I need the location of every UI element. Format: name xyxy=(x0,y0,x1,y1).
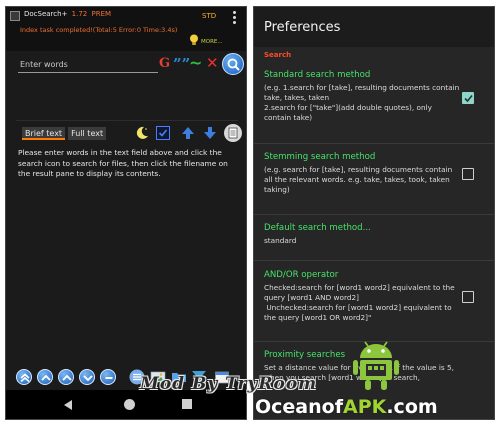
system-navigation-bar xyxy=(6,390,246,419)
pref-stemming-search[interactable]: Stemming search method (e.g. search for … xyxy=(264,151,460,195)
result-mode-tabs: Brief text Full text xyxy=(22,127,107,140)
page-up-button[interactable] xyxy=(37,369,53,385)
app-icon xyxy=(10,11,20,21)
chevron-up-icon xyxy=(62,374,72,381)
more-button[interactable]: MORE... xyxy=(201,39,223,45)
minus-icon xyxy=(105,377,113,379)
pref-title: Stemming search method xyxy=(264,152,376,162)
chevron-up-icon xyxy=(41,374,51,381)
search-input[interactable] xyxy=(18,57,158,73)
app-header: DocSearch+ 1.72 PREM STD Index task comp… xyxy=(6,7,246,51)
and-or-checkbox[interactable] xyxy=(462,291,474,303)
line-up-button[interactable] xyxy=(58,369,74,385)
clear-button[interactable]: ✕ xyxy=(206,54,219,72)
pref-title: Standard search method xyxy=(264,70,371,80)
android-robot-icon xyxy=(353,341,399,390)
pref-standard-search[interactable]: Standard search method (e.g. 1.search fo… xyxy=(264,69,460,123)
site-name-part: Ocean xyxy=(255,396,322,418)
arrow-down-icon[interactable] xyxy=(203,126,217,140)
home-icon[interactable] xyxy=(124,399,135,410)
double-chevron-up-icon xyxy=(20,373,30,383)
standard-search-checkbox[interactable] xyxy=(462,92,474,104)
site-name-part: .com xyxy=(386,396,438,418)
chevron-down-icon xyxy=(83,375,93,382)
search-button[interactable] xyxy=(222,53,244,75)
divider xyxy=(16,120,238,121)
pref-summary: (e.g. search for [take], resulting docum… xyxy=(264,165,453,194)
page-title: Preferences xyxy=(264,20,341,35)
line-down-button[interactable] xyxy=(79,369,95,385)
app-name: DocSearch+ xyxy=(24,10,68,18)
site-name-part: APK xyxy=(342,396,387,418)
checkmark-icon xyxy=(464,94,473,103)
pref-title: AND/OR operator xyxy=(264,270,339,280)
tab-brief-text[interactable]: Brief text xyxy=(22,127,66,140)
overflow-menu-icon[interactable] xyxy=(231,11,237,25)
docsearch-main-screen: DocSearch+ 1.72 PREM STD Index task comp… xyxy=(5,6,247,420)
app-title: DocSearch+ 1.72 PREM xyxy=(24,10,111,18)
app-edition: PREM xyxy=(91,10,112,18)
app-version: 1.72 xyxy=(71,10,88,18)
pref-summary: (e.g. 1.search for [take], resulting doc… xyxy=(264,83,460,122)
help-text: Please enter words in the text field abo… xyxy=(18,148,228,178)
pref-and-or-operator[interactable]: AND/OR operator Checked:search for [word… xyxy=(264,269,460,323)
pref-title: Default search method... xyxy=(264,223,371,233)
site-watermark: OceanofAPK.com xyxy=(255,396,438,418)
mod-watermark: Mod By TryRoom xyxy=(140,374,318,394)
recent-apps-icon[interactable] xyxy=(182,399,192,409)
pref-summary: Checked:search for [word1 word2] equival… xyxy=(264,283,455,322)
lightbulb-icon[interactable] xyxy=(189,34,199,46)
back-icon[interactable] xyxy=(64,400,72,410)
section-header-search: Search xyxy=(264,51,292,59)
divider xyxy=(254,260,494,261)
pref-default-search-method[interactable]: Default search method... standard xyxy=(264,222,460,246)
stop-button[interactable] xyxy=(100,369,116,385)
divider xyxy=(254,214,494,215)
mode-label[interactable]: STD xyxy=(202,12,216,20)
google-search-button[interactable]: G xyxy=(159,56,170,71)
site-name-part: of xyxy=(321,396,343,418)
preferences-header: Preferences xyxy=(254,7,494,47)
checkmark-icon xyxy=(158,129,168,137)
stemming-search-checkbox[interactable] xyxy=(462,168,474,180)
search-bar: G ”” ~ ✕ xyxy=(6,53,246,81)
pref-summary: standard xyxy=(264,236,297,245)
select-all-button[interactable] xyxy=(156,126,170,140)
document-button[interactable] xyxy=(224,124,242,142)
divider xyxy=(254,143,494,144)
double-quote-button[interactable]: ”” xyxy=(173,55,190,73)
arrow-up-icon[interactable] xyxy=(181,126,195,140)
scroll-top-button[interactable] xyxy=(16,369,32,385)
search-icon xyxy=(227,58,240,71)
index-status-text: Index task completed!(Total:5 Error:0 Ti… xyxy=(20,26,178,34)
tab-full-text[interactable]: Full text xyxy=(68,127,107,140)
fuzzy-search-button[interactable]: ~ xyxy=(189,53,202,72)
document-icon xyxy=(228,127,238,139)
moon-icon[interactable] xyxy=(134,125,150,141)
